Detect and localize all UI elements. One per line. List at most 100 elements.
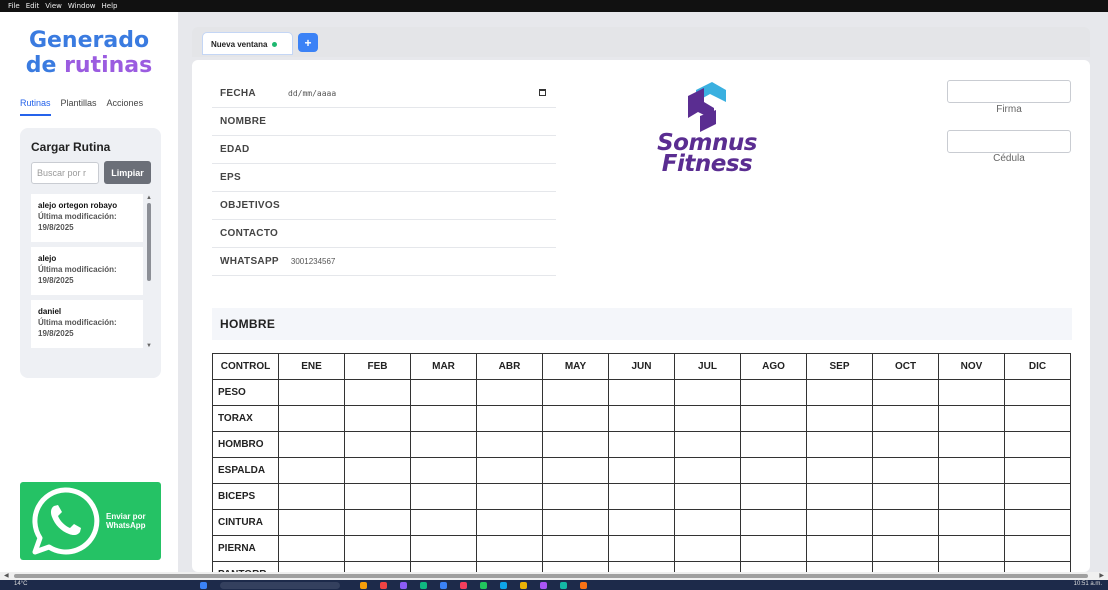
field-value[interactable]: 3001234567: [291, 257, 336, 266]
measurement-cell[interactable]: [410, 431, 477, 458]
horizontal-scrollbar[interactable]: ◀ ▶: [0, 572, 1108, 580]
measurement-cell[interactable]: [806, 431, 873, 458]
measurement-cell[interactable]: [542, 431, 609, 458]
start-icon[interactable]: [200, 582, 207, 589]
menu-view[interactable]: View: [45, 2, 62, 10]
measurement-cell[interactable]: [806, 561, 873, 572]
measurement-cell[interactable]: [1004, 379, 1071, 406]
cedula-field[interactable]: [947, 130, 1071, 153]
app-icon[interactable]: [500, 582, 507, 589]
measurement-cell[interactable]: [542, 379, 609, 406]
measurement-cell[interactable]: [278, 561, 345, 572]
measurement-cell[interactable]: [1004, 431, 1071, 458]
send-whatsapp-button[interactable]: Enviar por WhatsApp: [20, 482, 161, 560]
measurement-cell[interactable]: [542, 483, 609, 510]
measurement-cell[interactable]: [872, 561, 939, 572]
measurement-cell[interactable]: [476, 379, 543, 406]
date-input[interactable]: dd/mm/aaaa: [288, 89, 336, 98]
measurement-cell[interactable]: [344, 457, 411, 484]
measurement-cell[interactable]: [476, 457, 543, 484]
explorer-icon[interactable]: [360, 582, 367, 589]
field-nombre[interactable]: NOMBRE: [212, 108, 556, 136]
measurement-cell[interactable]: [410, 405, 477, 432]
routine-list-scrollbar[interactable]: ▲ ▼: [146, 194, 152, 364]
measurement-cell[interactable]: [740, 561, 807, 572]
measurement-cell[interactable]: [938, 405, 1005, 432]
measurement-cell[interactable]: [674, 457, 741, 484]
measurement-cell[interactable]: [740, 483, 807, 510]
measurement-cell[interactable]: [476, 483, 543, 510]
measurement-cell[interactable]: [476, 405, 543, 432]
measurement-cell[interactable]: [1004, 483, 1071, 510]
measurement-cell[interactable]: [674, 379, 741, 406]
measurement-cell[interactable]: [674, 405, 741, 432]
measurement-cell[interactable]: [1004, 457, 1071, 484]
calendar-icon[interactable]: [539, 89, 546, 96]
routine-search-input[interactable]: [31, 162, 99, 184]
measurement-cell[interactable]: [278, 457, 345, 484]
tab-plantillas[interactable]: Plantillas: [61, 98, 97, 116]
measurement-cell[interactable]: [806, 405, 873, 432]
measurement-cell[interactable]: [674, 561, 741, 572]
measurement-cell[interactable]: [872, 509, 939, 536]
routine-item[interactable]: daniel Última modificación: 19/8/2025: [31, 300, 143, 348]
routine-item[interactable]: alejo ortegon robayo Última modificación…: [31, 194, 143, 242]
measurement-cell[interactable]: [938, 431, 1005, 458]
app-icon[interactable]: [560, 582, 567, 589]
measurement-cell[interactable]: [740, 535, 807, 562]
app-icon[interactable]: [540, 582, 547, 589]
measurement-cell[interactable]: [740, 405, 807, 432]
measurement-cell[interactable]: [542, 457, 609, 484]
measurement-cell[interactable]: [674, 509, 741, 536]
measurement-cell[interactable]: [806, 535, 873, 562]
measurement-cell[interactable]: [344, 509, 411, 536]
app-icon[interactable]: [420, 582, 427, 589]
measurement-cell[interactable]: [410, 535, 477, 562]
measurement-cell[interactable]: [410, 509, 477, 536]
measurement-cell[interactable]: [872, 457, 939, 484]
scroll-left-icon[interactable]: ◀: [4, 572, 9, 579]
measurement-cell[interactable]: [1004, 535, 1071, 562]
measurement-cell[interactable]: [872, 535, 939, 562]
measurement-cell[interactable]: [740, 431, 807, 458]
menu-file[interactable]: File: [8, 2, 20, 10]
measurement-cell[interactable]: [674, 483, 741, 510]
measurement-cell[interactable]: [608, 457, 675, 484]
field-contacto[interactable]: CONTACTO: [212, 220, 556, 248]
measurement-cell[interactable]: [872, 483, 939, 510]
app-icon[interactable]: [400, 582, 407, 589]
measurement-cell[interactable]: [476, 561, 543, 572]
clear-button[interactable]: Limpiar: [104, 161, 151, 184]
scroll-right-icon[interactable]: ▶: [1099, 572, 1104, 579]
measurement-cell[interactable]: [278, 405, 345, 432]
field-objetivos[interactable]: OBJETIVOS: [212, 192, 556, 220]
tab-acciones[interactable]: Acciones: [107, 98, 144, 116]
measurement-cell[interactable]: [806, 509, 873, 536]
measurement-cell[interactable]: [938, 535, 1005, 562]
measurement-cell[interactable]: [938, 379, 1005, 406]
measurement-cell[interactable]: [542, 405, 609, 432]
measurement-cell[interactable]: [278, 431, 345, 458]
measurement-cell[interactable]: [872, 405, 939, 432]
measurement-cell[interactable]: [1004, 561, 1071, 572]
measurement-cell[interactable]: [608, 535, 675, 562]
app-icon[interactable]: [520, 582, 527, 589]
app-icon[interactable]: [580, 582, 587, 589]
measurement-cell[interactable]: [410, 379, 477, 406]
menu-help[interactable]: Help: [102, 2, 118, 10]
scrollbar-thumb[interactable]: [14, 574, 1088, 578]
measurement-cell[interactable]: [806, 379, 873, 406]
measurement-cell[interactable]: [410, 483, 477, 510]
measurement-cell[interactable]: [278, 509, 345, 536]
measurement-cell[interactable]: [938, 509, 1005, 536]
tab-nueva-ventana[interactable]: Nueva ventana: [202, 32, 293, 55]
measurement-cell[interactable]: [410, 457, 477, 484]
field-edad[interactable]: EDAD: [212, 136, 556, 164]
menu-window[interactable]: Window: [68, 2, 96, 10]
measurement-cell[interactable]: [608, 405, 675, 432]
measurement-cell[interactable]: [608, 431, 675, 458]
measurement-cell[interactable]: [344, 535, 411, 562]
app-icon[interactable]: [480, 582, 487, 589]
measurement-cell[interactable]: [1004, 509, 1071, 536]
measurement-cell[interactable]: [806, 457, 873, 484]
